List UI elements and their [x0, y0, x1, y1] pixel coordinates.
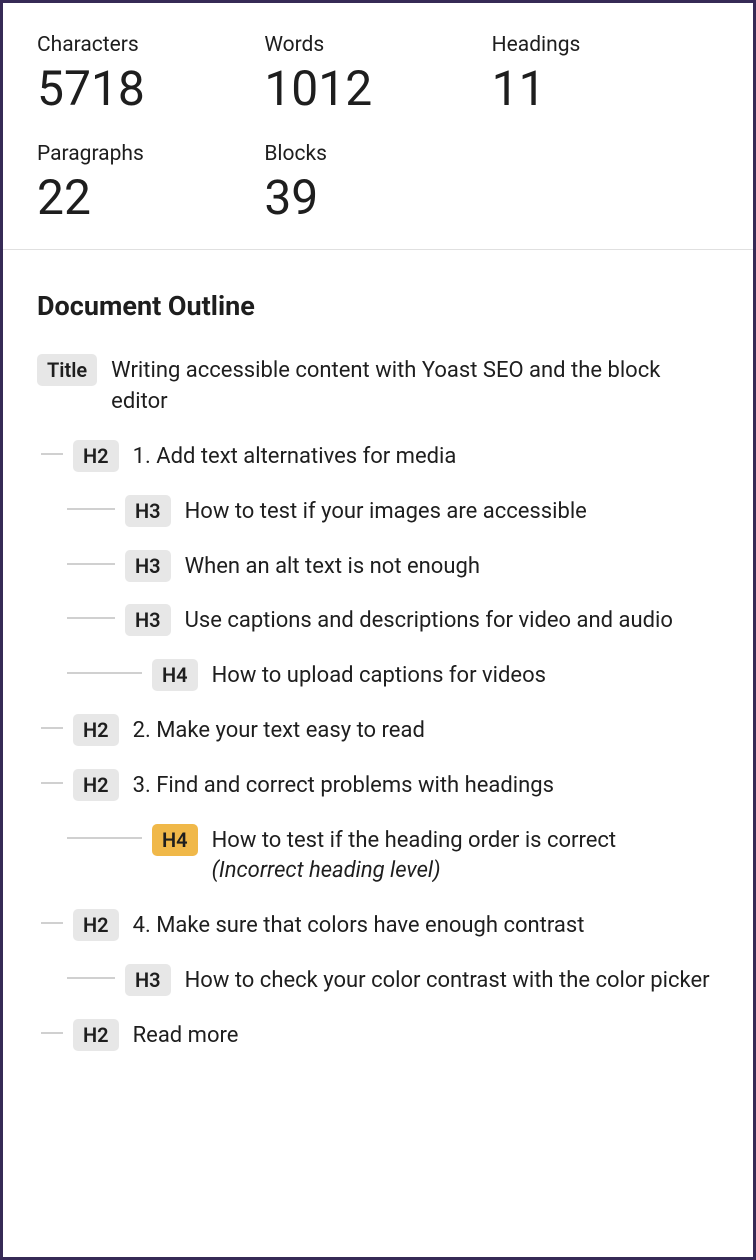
heading-level-badge: H2	[73, 440, 119, 472]
outline-item-text: When an alt text is not enough	[185, 550, 480, 583]
outline-item-label: 4. Make sure that colors have enough con…	[133, 913, 585, 938]
outline-item[interactable]: Title Writing accessible content with Yoa…	[37, 354, 719, 418]
outline-title: Document Outline	[37, 290, 719, 322]
outline-item-label: How to test if your images are accessibl…	[185, 499, 587, 524]
connector-icon	[41, 769, 63, 797]
outline-item-text: 2. Make your text easy to read	[133, 714, 425, 747]
stats-section: Characters 5718 Words 1012 Headings 11 P…	[3, 3, 753, 250]
stat-headings: Headings 11	[492, 33, 719, 116]
outline-item-text: Writing accessible content with Yoast SE…	[111, 354, 719, 418]
outline-item-note: (Incorrect heading level)	[212, 856, 617, 887]
outline-item[interactable]: H2 Read more	[37, 1019, 719, 1052]
outline-item-label: When an alt text is not enough	[185, 554, 480, 579]
connector-icon	[67, 964, 115, 992]
outline-item[interactable]: H2 4. Make sure that colors have enough c…	[37, 909, 719, 942]
stat-label: Headings	[492, 33, 719, 57]
outline-item[interactable]: H3 When an alt text is not enough	[37, 550, 719, 583]
stat-label: Characters	[37, 33, 264, 57]
heading-level-badge: Title	[37, 354, 97, 386]
stat-value: 5718	[37, 61, 264, 116]
outline-item-text: 4. Make sure that colors have enough con…	[133, 909, 585, 942]
connector-icon	[67, 604, 115, 632]
heading-level-badge: H3	[125, 964, 171, 996]
outline-item-text: How to check your color contrast with th…	[185, 964, 710, 997]
outline-item-label: 2. Make your text easy to read	[133, 718, 425, 743]
stat-words: Words 1012	[264, 33, 491, 116]
stat-paragraphs: Paragraphs 22	[37, 142, 264, 225]
stat-blocks: Blocks 39	[264, 142, 491, 225]
outline-item-label: How to test if the heading order is corr…	[212, 828, 617, 853]
heading-level-badge: H2	[73, 769, 119, 801]
outline-item-text: How to test if the heading order is corr…	[212, 824, 617, 888]
connector-icon	[67, 550, 115, 578]
stat-label: Words	[264, 33, 491, 57]
stat-characters: Characters 5718	[37, 33, 264, 116]
outline-item[interactable]: H2 3. Find and correct problems with head…	[37, 769, 719, 802]
outline-item-label: Read more	[133, 1023, 239, 1048]
heading-level-badge: H3	[125, 495, 171, 527]
stat-label: Paragraphs	[37, 142, 264, 166]
heading-level-badge: H3	[125, 550, 171, 582]
connector-icon	[67, 495, 115, 523]
stat-value: 39	[264, 170, 491, 225]
outline-item-text: How to test if your images are accessibl…	[185, 495, 587, 528]
stat-empty	[492, 142, 719, 225]
outline-item[interactable]: H4 How to upload captions for videos	[37, 659, 719, 692]
heading-level-badge: H2	[73, 909, 119, 941]
connector-icon	[41, 714, 63, 742]
stats-row: Paragraphs 22 Blocks 39	[37, 142, 719, 225]
heading-level-badge: H3	[125, 604, 171, 636]
outline-item[interactable]: H3 How to test if your images are accessi…	[37, 495, 719, 528]
stat-value: 11	[492, 61, 719, 116]
document-info-panel: Characters 5718 Words 1012 Headings 11 P…	[0, 0, 756, 1260]
connector-icon	[67, 659, 142, 687]
outline-list: Title Writing accessible content with Yoa…	[37, 354, 719, 1051]
outline-item-label: How to upload captions for videos	[212, 663, 546, 688]
heading-level-badge: H4	[152, 824, 198, 856]
connector-icon	[41, 1019, 63, 1047]
outline-item[interactable]: H3 How to check your color contrast with …	[37, 964, 719, 997]
outline-item-label: 3. Find and correct problems with headin…	[133, 773, 554, 798]
heading-level-badge: H2	[73, 714, 119, 746]
connector-icon	[41, 440, 63, 468]
stat-label: Blocks	[264, 142, 491, 166]
stats-row: Characters 5718 Words 1012 Headings 11	[37, 33, 719, 116]
outline-item-label: How to check your color contrast with th…	[185, 968, 710, 993]
outline-item-label: Writing accessible content with Yoast SE…	[111, 358, 660, 414]
outline-item-text: How to upload captions for videos	[212, 659, 546, 692]
connector-icon	[67, 824, 142, 852]
connector-icon	[41, 909, 63, 937]
heading-level-badge: H2	[73, 1019, 119, 1051]
outline-item[interactable]: H4 How to test if the heading order is co…	[37, 824, 719, 888]
outline-item-text: 3. Find and correct problems with headin…	[133, 769, 554, 802]
outline-item[interactable]: H2 2. Make your text easy to read	[37, 714, 719, 747]
outline-item-text: 1. Add text alternatives for media	[133, 440, 457, 473]
outline-item[interactable]: H3 Use captions and descriptions for vide…	[37, 604, 719, 637]
stat-value: 1012	[264, 61, 491, 116]
heading-level-badge: H4	[152, 659, 198, 691]
outline-item-text: Use captions and descriptions for video …	[185, 604, 673, 637]
outline-item-text: Read more	[133, 1019, 239, 1052]
outline-item-label: Use captions and descriptions for video …	[185, 608, 673, 633]
outline-item-label: 1. Add text alternatives for media	[133, 444, 457, 469]
stat-value: 22	[37, 170, 264, 225]
outline-item[interactable]: H2 1. Add text alternatives for media	[37, 440, 719, 473]
outline-section: Document Outline Title Writing accessible…	[3, 250, 753, 1097]
